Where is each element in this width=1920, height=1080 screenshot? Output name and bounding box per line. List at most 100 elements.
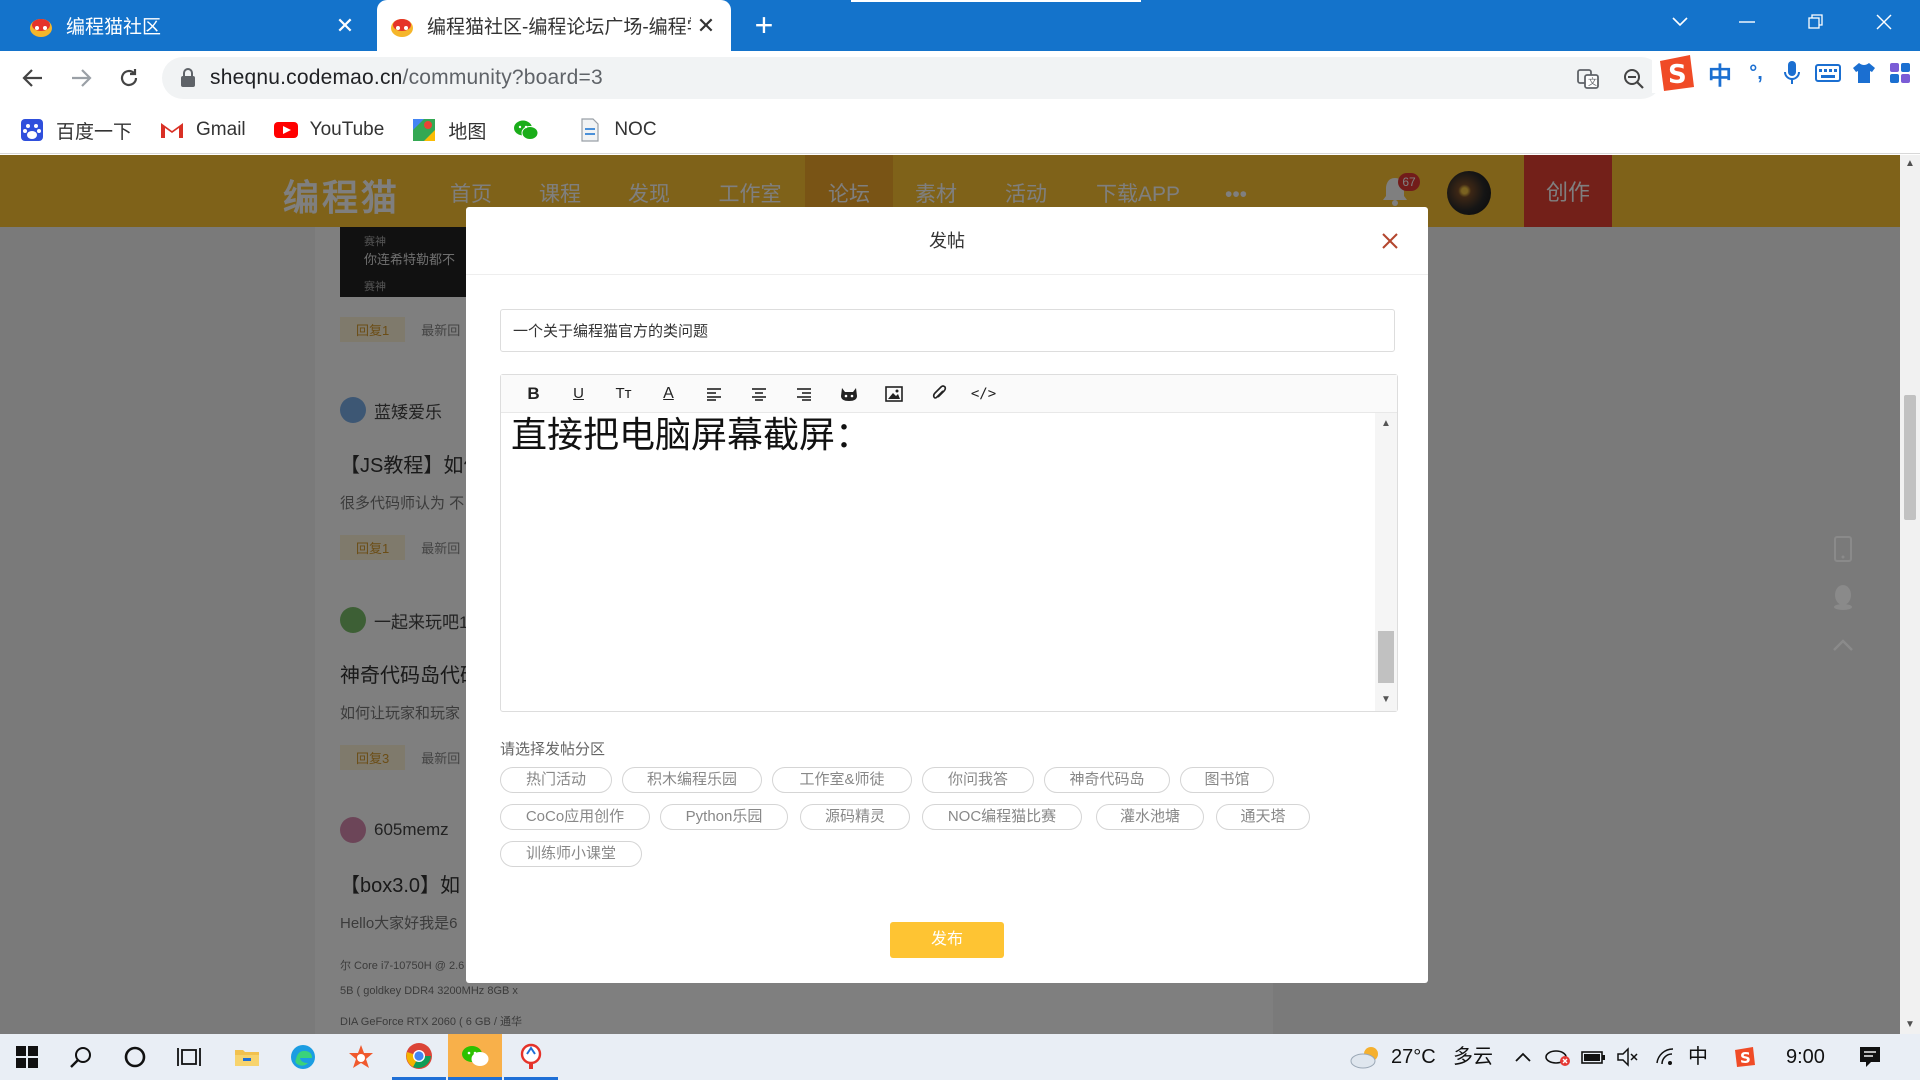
tag-library[interactable]: 图书馆: [1180, 767, 1274, 793]
url-bar[interactable]: sheqnu.codemao.cn/community?board=3: [162, 57, 1662, 99]
sogou-tray-icon[interactable]: S: [1728, 1034, 1762, 1080]
scroll-down-icon[interactable]: ▼: [1900, 1016, 1920, 1034]
wifi-icon[interactable]: [1650, 1034, 1682, 1080]
close-window-icon[interactable]: [1854, 0, 1914, 44]
orange-app-icon[interactable]: [334, 1034, 388, 1080]
scroll-down-icon[interactable]: ▼: [1375, 691, 1397, 709]
keyboard-icon[interactable]: [1810, 55, 1846, 91]
search-icon[interactable]: [54, 1034, 108, 1080]
svg-text:S: S: [1740, 1049, 1751, 1067]
tab-close-icon[interactable]: ✕: [691, 13, 721, 39]
weather-cloud-icon[interactable]: [1346, 1034, 1386, 1080]
microphone-icon[interactable]: [1774, 55, 1810, 91]
bookmark-youtube[interactable]: YouTube: [273, 118, 384, 142]
youtube-icon: [273, 118, 298, 142]
page-scrollbar[interactable]: ▲ ▼: [1900, 155, 1920, 1034]
skin-shirt-icon[interactable]: [1846, 55, 1882, 91]
battery-icon[interactable]: [1578, 1034, 1610, 1080]
font-size-icon[interactable]: Tт: [601, 379, 646, 409]
browser-tab-forum[interactable]: 编程猫社区-编程论坛广场-编程学 ✕: [377, 0, 731, 51]
tag-qa[interactable]: 你问我答: [922, 767, 1034, 793]
editor-toolbar: B U Tт A </>: [501, 375, 1397, 413]
scroll-up-icon[interactable]: ▲: [1375, 415, 1397, 433]
sogou-ime-icon[interactable]: S: [1652, 55, 1702, 91]
tag-water-pond[interactable]: 灌水池塘: [1096, 804, 1204, 830]
windows-taskbar: 27°C 多云 中 S 9:00: [0, 1034, 1920, 1080]
tag-python[interactable]: Python乐园: [660, 804, 788, 830]
align-right-icon[interactable]: [781, 379, 826, 409]
tag-coco[interactable]: CoCo应用创作: [500, 804, 650, 830]
tab-close-icon[interactable]: ✕: [330, 13, 360, 39]
publish-button[interactable]: 发布: [890, 922, 1004, 958]
mobile-icon[interactable]: [1818, 525, 1868, 573]
post-title-input[interactable]: [500, 309, 1395, 352]
ime-toolbox-icon[interactable]: [1882, 55, 1918, 91]
ime-punctuation[interactable]: °,: [1738, 55, 1774, 91]
weather-temp[interactable]: 27°C: [1391, 1034, 1436, 1080]
zoom-icon[interactable]: [1618, 63, 1650, 95]
back-button[interactable]: [14, 59, 52, 97]
tag-noc-contest[interactable]: NOC编程猫比赛: [922, 804, 1082, 830]
edge-icon[interactable]: [276, 1034, 330, 1080]
wechat-taskbar-icon[interactable]: [448, 1034, 502, 1080]
align-left-icon[interactable]: [691, 379, 736, 409]
scroll-thumb[interactable]: [1904, 395, 1916, 520]
align-center-icon[interactable]: [736, 379, 781, 409]
forward-button[interactable]: [62, 59, 100, 97]
close-icon[interactable]: [1376, 227, 1404, 255]
underline-icon[interactable]: U: [556, 379, 601, 409]
cortana-icon[interactable]: [108, 1034, 162, 1080]
editor-scrollbar[interactable]: ▲ ▼: [1375, 413, 1397, 711]
volume-muted-icon[interactable]: [1612, 1034, 1644, 1080]
scroll-thumb[interactable]: [1378, 631, 1394, 683]
bookmark-label: NOC: [614, 119, 657, 140]
bold-icon[interactable]: B: [511, 379, 556, 409]
attachment-icon[interactable]: [916, 379, 961, 409]
weather-desc[interactable]: 多云: [1453, 1034, 1493, 1080]
file-explorer-icon[interactable]: [220, 1034, 274, 1080]
tray-chevron-up-icon[interactable]: [1508, 1034, 1538, 1080]
code-icon[interactable]: </>: [961, 379, 1006, 409]
clock-time[interactable]: 9:00: [1786, 1034, 1825, 1080]
notification-center-icon[interactable]: [1846, 1034, 1894, 1080]
font-color-icon[interactable]: A: [646, 379, 691, 409]
tag-source-sprite[interactable]: 源码精灵: [800, 804, 910, 830]
input-language[interactable]: 中: [1688, 1034, 1708, 1080]
restore-icon[interactable]: [1786, 0, 1846, 44]
tag-studio-mentor[interactable]: 工作室&师徒: [772, 767, 912, 793]
tag-babel-tower[interactable]: 通天塔: [1216, 804, 1310, 830]
scroll-up-icon[interactable]: ▲: [1900, 155, 1920, 173]
translate-icon[interactable]: 文: [1572, 63, 1604, 95]
new-tab-button[interactable]: +: [746, 6, 782, 44]
ime-mode-zh[interactable]: 中: [1702, 55, 1738, 91]
onedrive-error-icon[interactable]: [1542, 1034, 1574, 1080]
back-to-top-icon[interactable]: [1818, 621, 1868, 669]
codemao-app-icon[interactable]: [504, 1034, 558, 1080]
qq-icon[interactable]: [1818, 573, 1868, 621]
image-icon[interactable]: [871, 379, 916, 409]
start-windows-icon[interactable]: [0, 1034, 54, 1080]
tag-hot-events[interactable]: 热门活动: [500, 767, 612, 793]
task-view-icon[interactable]: [162, 1034, 216, 1080]
page-viewport: 编程猫 首页 课程 发现 工作室 论坛 素材 活动 下载APP ••• 67 创…: [0, 155, 1900, 1034]
bold-label: B: [527, 383, 540, 403]
cat-emoji-icon[interactable]: [826, 379, 871, 409]
noc-icon: [578, 118, 602, 142]
url-host: sheqnu.codemao.cn: [210, 66, 403, 89]
minimize-icon[interactable]: [1717, 0, 1777, 44]
codemao-favicon-icon: [389, 13, 415, 39]
tab-search-icon[interactable]: [1650, 0, 1710, 44]
tag-block-coding[interactable]: 积木编程乐园: [622, 767, 762, 793]
tag-trainer-class[interactable]: 训练师小课堂: [500, 841, 642, 867]
modal-overlay[interactable]: 发帖 B U Tт A: [0, 155, 1900, 1034]
bookmark-gmail[interactable]: Gmail: [160, 118, 246, 142]
bookmark-baidu[interactable]: 百度一下: [20, 117, 132, 144]
bookmark-maps[interactable]: 地图: [412, 117, 486, 144]
browser-tab-community[interactable]: 编程猫社区 ✕: [0, 0, 370, 51]
bookmark-noc[interactable]: NOC: [578, 118, 657, 142]
bookmark-wechat[interactable]: [514, 118, 550, 142]
editor-content[interactable]: 直接把电脑屏幕截屏：: [501, 413, 1373, 711]
chrome-icon[interactable]: [392, 1034, 446, 1080]
reload-button[interactable]: [110, 59, 148, 97]
tag-code-island[interactable]: 神奇代码岛: [1044, 767, 1170, 793]
